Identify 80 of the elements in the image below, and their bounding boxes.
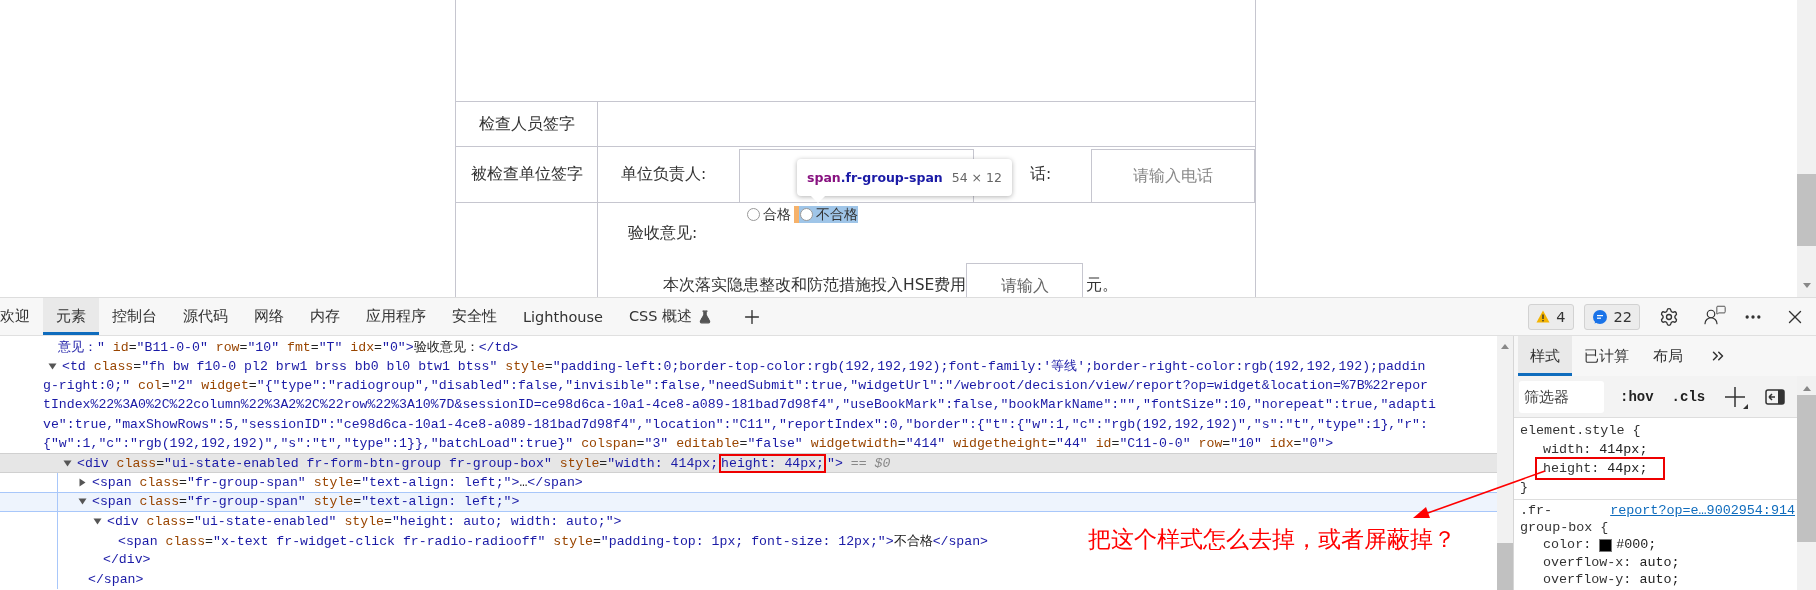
code-line: <span class="fr-group-span" style="text-align: left;"> <box>92 494 520 510</box>
scroll-down-icon[interactable] <box>1802 283 1811 288</box>
rule-brace: } <box>1520 480 1529 495</box>
styles-tab[interactable]: 布局 <box>1641 336 1695 376</box>
devtools-tab[interactable]: 元素 <box>43 298 99 335</box>
selected-marker: == $0 <box>850 455 891 471</box>
source-link[interactable]: report?op=e…9002954:914 <box>1610 502 1795 520</box>
code-line: <span class="fr-group-span" style="text-align: left;">…</span> <box>92 474 583 490</box>
property-name: overflow-y: <box>1543 570 1632 588</box>
collapsed-arrow-icon[interactable] <box>78 477 87 487</box>
tooltip-selector: span.fr-group-span <box>807 170 943 185</box>
property-name: overflow-x: <box>1543 553 1632 571</box>
code-line: 意见：" id="B11-0-0" row="10" fmt="T" idx="0">验收意见：</td> <box>58 338 519 356</box>
annotation-text: 把这个样式怎么去掉，或者屏蔽掉？ <box>1088 526 1456 554</box>
warning-count-button[interactable]: 4 <box>1528 303 1574 330</box>
tooltip-size: 54 × 12 <box>951 170 1002 185</box>
field-label: 验收意见: <box>628 223 698 243</box>
boxed-code: height: 44px; <box>721 455 824 471</box>
code-line: "> <box>826 455 843 471</box>
code-line: g-right:0;" col="2" widget="{"type":"radiogroup","disabled":false,"invisible":false,"needSubmit":true,"widgetUrl":"/webroot/decision/view/report?op=widget&location=%7B%22repor <box>43 377 1428 393</box>
row-label: 检查人员签字 <box>478 113 575 135</box>
code-line: <div class="ui-state-enabled fr-form-btn-group fr-group-box" style="width: 414px; <box>77 455 719 471</box>
phone-input[interactable]: 请输入电话 <box>1091 149 1255 202</box>
code-line: ve":true,"maxShowRows":5,"sessionID":"ce98d6ca-10a1-4ce8-a089-181bad7d98f4","location":"C11","reportIndex":0,"border":{"t":{"w":1,"c":"rgb(192,192,192)","s":"t","type":1},"r": <box>43 416 1428 432</box>
field-label: 单位负责人: <box>621 164 707 185</box>
field-label: 本次落实隐患整改和防范措施投入HSE费用 <box>663 275 967 295</box>
warning-icon <box>1536 310 1551 323</box>
code-line: <td class="fh bw f10-0 pl2 brw1 brss bb0 bl0 btw1 btss" style="padding-left:0;border-top-color:rgb(192,192,192);font-family:'等线';border-right-color:rgb(192,192,192);paddin <box>62 358 1426 376</box>
add-rule-icon[interactable] <box>1723 384 1750 409</box>
property-value: #000; <box>1616 536 1657 554</box>
property-value: auto; <box>1639 570 1680 588</box>
property-value: 44px; <box>1607 460 1648 478</box>
styles-tab[interactable]: 已计算 <box>1572 336 1641 376</box>
radio-button[interactable] <box>800 208 813 221</box>
styles-tab[interactable]: 样式 <box>1518 336 1572 376</box>
property-name: width: <box>1543 441 1592 459</box>
radio-label: 合格 <box>763 205 791 224</box>
toggle-button[interactable]: :hov <box>1618 388 1656 405</box>
expanded-arrow-icon[interactable] <box>78 497 87 507</box>
expanded-arrow-icon[interactable] <box>93 516 102 526</box>
devtools-tab[interactable]: 源代码 <box>170 298 241 335</box>
devtools-tab[interactable]: 控制台 <box>99 298 170 335</box>
devtools-tab[interactable]: Lighthouse <box>510 298 616 335</box>
code-line: <span class="x-text fr-widget-click fr-radio-radiooff" style="padding-top: 1px; font-size: 12px;">不合格</span> <box>118 532 989 550</box>
code-line: <div class="ui-state-enabled" style="height: auto; width: auto;"> <box>107 513 622 529</box>
message-icon <box>1591 308 1608 325</box>
devtools-tab[interactable]: 应用程序 <box>353 298 439 335</box>
input-field[interactable]: 请输入 <box>966 263 1084 297</box>
devtools-tab[interactable]: 欢迎 <box>0 298 43 335</box>
radio-label: 不合格 <box>816 205 858 224</box>
property-value: auto; <box>1639 553 1680 571</box>
filter-field[interactable]: 筛选器 <box>1519 380 1604 413</box>
scrollbar-thumb[interactable] <box>1497 543 1513 590</box>
selected-node-row[interactable]: <div class="ui-state-enabled fr-form-btn-group fr-group-box" style="width: 414px; height: 44px; "> == $0 <box>0 453 1497 473</box>
scroll-up-icon[interactable] <box>1501 344 1509 349</box>
row-label: 被检查单位签字 <box>470 164 583 185</box>
sidebar-toggle-icon[interactable] <box>1765 388 1786 405</box>
devtools-tab[interactable]: 安全性 <box>439 298 510 335</box>
expanded-arrow-icon[interactable] <box>63 458 72 468</box>
code-line: tIndex%22%3A0%2C%22column%22%3A2%2C%22row%22%3A10%7D&sessionID=ce98d6ca-10a1-4ce8-a089-181bad7d98f4","useBookMark":false,"bookMarkName":"","fontSize":10,"norepeat":true,"adapti <box>43 397 1436 413</box>
field-label: 话: <box>1030 164 1052 185</box>
color-swatch[interactable] <box>1599 538 1613 552</box>
property-name: color: <box>1543 536 1592 554</box>
unit-label: 元。 <box>1086 275 1119 295</box>
code-line: {"w":1,"c":"rgb(192,192,192)","s":"t","type":1}},"batchLoad":true}" colspan="3" editable="false" widgetwidth="414" widgetheight="44" id="C11-0-0" row="10" idx="0"> <box>43 436 1334 452</box>
scrollbar-thumb[interactable] <box>1797 174 1816 246</box>
devtools-tab[interactable]: CSS 概述 <box>615 298 726 335</box>
devtools-tab[interactable]: 内存 <box>297 298 353 335</box>
toggle-button[interactable]: .cls <box>1669 388 1708 405</box>
property-value: 414px; <box>1599 441 1648 459</box>
scrollbar-thumb[interactable] <box>1797 395 1816 542</box>
radio-button[interactable] <box>747 208 760 221</box>
expanded-arrow-icon[interactable] <box>48 361 57 371</box>
devtools-tab[interactable]: 网络 <box>241 298 297 335</box>
property-name: height: <box>1543 460 1600 478</box>
hovered-node-row[interactable]: <span class="fr-group-span" style="text-align: left;"> <box>0 492 1497 512</box>
message-count-button[interactable]: 22 <box>1583 303 1640 330</box>
rule-selector: element.style { <box>1520 422 1641 440</box>
code-line: </span> <box>88 571 144 587</box>
code-line: </div> <box>103 552 151 568</box>
